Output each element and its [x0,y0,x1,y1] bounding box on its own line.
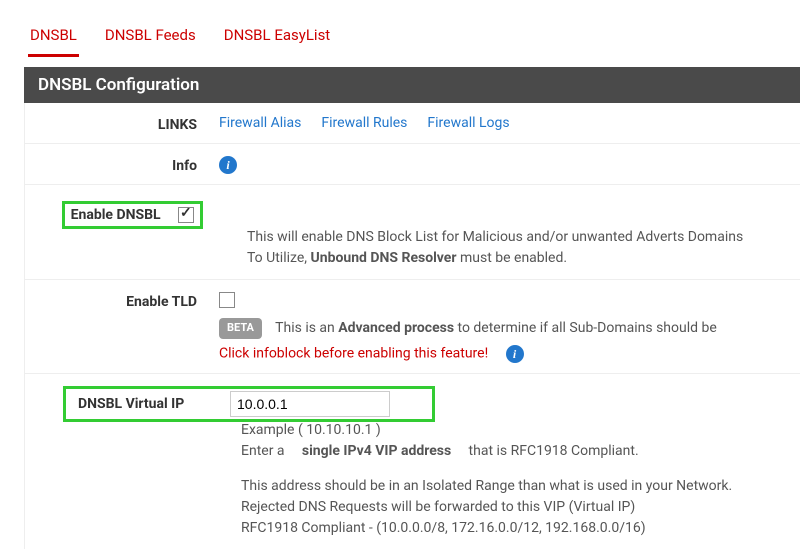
enable-dnsbl-checkbox[interactable] [178,207,194,223]
panel-body: LINKS Firewall Alias Firewall Rules Fire… [24,103,800,549]
tab-dnsbl-easylist[interactable]: DNSBL EasyList [222,20,333,57]
tab-dnsbl-feeds[interactable]: DNSBL Feeds [103,20,198,57]
vip-note1: This address should be in an Isolated Ra… [241,478,732,494]
row-enable-tld: Enable TLD BETA This is an Advanced proc… [25,280,800,374]
row-vip: DNSBL Virtual IP Example ( 10.10.10.1 ) … [25,374,800,549]
tld-line1-bold: Advanced process [338,320,454,336]
vip-example: Example ( 10.10.10.1 ) [241,422,381,438]
tld-line1-suf: to determine if all Sub-Domains should b… [458,320,717,336]
vip-enter-bold: single IPv4 VIP address [302,443,451,459]
tab-bar: DNSBL DNSBL Feeds DNSBL EasyList [24,20,800,57]
vip-input[interactable] [230,391,390,417]
beta-badge: BETA [219,318,262,339]
vip-label: DNSBL Virtual IP [70,396,230,412]
enable-tld-label: Enable TLD [39,290,219,310]
vip-note2: Rejected DNS Requests will be forwarded … [241,499,635,515]
enable-dnsbl-label: Enable DNSBL [71,207,161,223]
vip-note3: RFC1918 Compliant - (10.0.0.0/8, 172.16.… [241,520,646,536]
link-firewall-logs[interactable]: Firewall Logs [427,115,509,131]
link-firewall-rules[interactable]: Firewall Rules [321,115,407,131]
link-firewall-alias[interactable]: Firewall Alias [219,115,301,131]
enable-dnsbl-help-2a: To Utilize, [247,250,311,266]
vip-enter-pre: Enter a [241,443,285,459]
enable-dnsbl-help-1: This will enable DNS Block List for Mali… [247,229,743,245]
info-label: Info [39,154,219,174]
enable-dnsbl-help-2c: must be enabled. [460,250,567,266]
links-label: LINKS [39,113,219,133]
info-icon[interactable]: i [219,156,237,174]
enable-tld-checkbox[interactable] [219,292,235,308]
row-info: Info i [25,144,800,185]
tld-line1-pre: This is an [275,320,338,336]
tld-info-icon[interactable]: i [506,345,524,363]
vip-enter-suf: that is RFC1918 Compliant. [469,443,639,459]
tld-warning: Click infoblock before enabling this fea… [219,346,488,362]
row-enable-dnsbl: Enable DNSBL This will enable DNS Block … [25,185,800,280]
tab-dnsbl[interactable]: DNSBL [28,20,79,57]
enable-dnsbl-help-2b: Unbound DNS Resolver [311,250,457,266]
row-links: LINKS Firewall Alias Firewall Rules Fire… [25,103,800,144]
panel-title: DNSBL Configuration [24,67,800,103]
